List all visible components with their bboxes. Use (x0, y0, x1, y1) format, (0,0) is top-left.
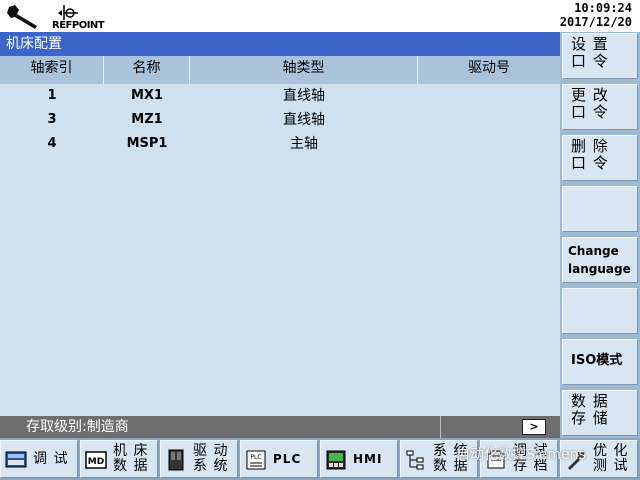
cell-drive-number (418, 108, 560, 132)
md-icon: MD (85, 451, 107, 469)
status-bar: 存取级别:制造商 > (0, 416, 560, 438)
cell-axis-type: 主轴 (290, 136, 318, 152)
plc-softkey[interactable]: PLC PLC (240, 440, 318, 478)
change-language-softkey[interactable]: Change language (562, 237, 638, 283)
clock-date: 2017/12/20 (559, 15, 632, 29)
plc-label: PLC (273, 451, 302, 466)
axis-config-table: 轴索引 名称 轴类型 驱动号 1 MX1 直线轴 3 MZ1 直线轴 4 MSP… (0, 56, 560, 416)
iso-mode-softkey[interactable]: ISO模式 (562, 339, 638, 385)
save-data-softkey[interactable]: 数 据 存 储 (562, 390, 638, 436)
page-title: 机床配置 (0, 32, 560, 56)
refpoint-indicator: REFPOINT (52, 2, 105, 32)
commission-softkey[interactable]: 调 试 (0, 440, 78, 478)
cell-name: MX1 (130, 88, 163, 103)
top-bar: REFPOINT 10:09:24 2017/12/20 (0, 0, 640, 32)
wrench-icon[interactable] (6, 4, 42, 30)
table-row[interactable]: 1 MX1 直线轴 (0, 84, 560, 108)
drive-icon (168, 449, 184, 471)
delete-password-softkey[interactable]: 删 除 口 令 (562, 135, 638, 181)
vertical-softkey-bar: 设 置 口 令 更 改 口 令 删 除 口 令 Change language … (560, 32, 640, 438)
plc-icon: PLC (246, 450, 266, 470)
cell-drive-number (418, 84, 560, 108)
watermark-text: 自动化数控Siemens (456, 447, 586, 463)
status-divider (440, 416, 441, 438)
optimize-test-label: 优 化 测 试 (593, 443, 629, 474)
column-header-axis-type: 轴类型 (190, 56, 418, 84)
cell-name: MSP1 (126, 136, 168, 151)
machine-data-softkey[interactable]: MD 机 床 数 据 (80, 440, 158, 478)
cell-drive-number (418, 132, 560, 156)
cell-name: MZ1 (131, 112, 163, 127)
commission-label: 调 试 (33, 450, 69, 467)
cell-axis-type: 直线轴 (283, 112, 325, 128)
empty-softkey-1[interactable] (562, 186, 638, 232)
table-row[interactable]: 4 MSP1 主轴 (0, 132, 560, 156)
svg-text:PLC: PLC (250, 454, 261, 461)
table-row[interactable]: 3 MZ1 直线轴 (0, 108, 560, 132)
empty-softkey-2[interactable] (562, 288, 638, 334)
machine-data-label: 机 床 数 据 (113, 443, 149, 474)
refpoint-icon (58, 5, 78, 20)
column-header-name: 名称 (104, 56, 190, 84)
tree-icon (406, 450, 424, 470)
drive-system-label: 驱 动 系 统 (193, 443, 229, 474)
table-header: 轴索引 名称 轴类型 驱动号 (0, 56, 560, 84)
cell-axis-index: 1 (47, 88, 57, 103)
change-password-softkey[interactable]: 更 改 口 令 (562, 84, 638, 130)
clock-time: 10:09:24 (574, 1, 632, 15)
access-level-text: 存取级别:制造商 (26, 419, 129, 435)
hmi-label: HMI (353, 451, 383, 466)
hmi-softkey[interactable]: HMI (320, 440, 398, 478)
cell-axis-index: 4 (47, 136, 57, 151)
refpoint-label: REFPOINT (52, 20, 105, 31)
monitor-icon (5, 451, 27, 468)
drive-system-softkey[interactable]: 驱 动 系 统 (160, 440, 238, 478)
set-password-softkey[interactable]: 设 置 口 令 (562, 33, 638, 79)
expand-button[interactable]: > (522, 419, 546, 435)
clock: 10:09:24 2017/12/20 (560, 1, 632, 29)
column-header-drive-number: 驱动号 (468, 60, 510, 76)
hmi-icon (326, 450, 346, 470)
cell-axis-type: 直线轴 (283, 88, 325, 104)
column-header-axis-index: 轴索引 (0, 56, 104, 84)
cell-axis-index: 3 (47, 112, 57, 127)
svg-text:MD: MD (88, 457, 104, 467)
